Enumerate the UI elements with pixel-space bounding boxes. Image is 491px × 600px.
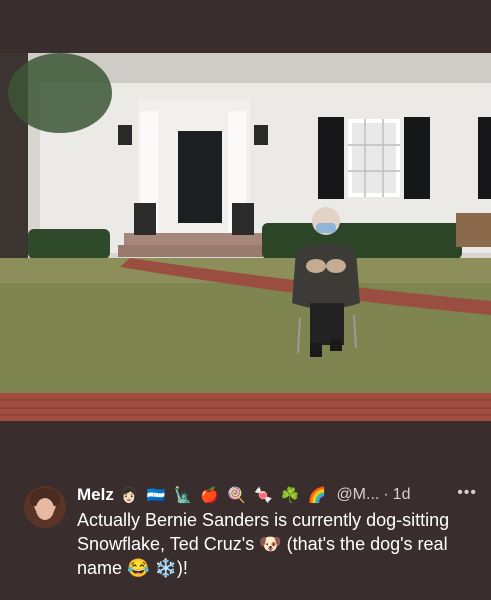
display-name[interactable]: Melz: [77, 485, 114, 505]
name-emojis: 👩🏻 🇭🇳 🗽 🍎 🍭 🍬 ☘️ 🌈: [119, 487, 329, 504]
tweet-text: Actually Bernie Sanders is currently dog…: [77, 510, 450, 578]
user-handle[interactable]: @M...: [336, 486, 379, 504]
avatar-face: [36, 498, 54, 520]
tweet-photo[interactable]: [0, 53, 491, 421]
profile-avatar[interactable]: [24, 486, 66, 528]
timestamp[interactable]: 1d: [393, 486, 411, 504]
separator-dot: ·: [383, 486, 389, 503]
tweet: Melz 👩🏻 🇭🇳 🗽 🍎 🍭 🍬 ☘️ 🌈 @M... · 1d ••• A…: [0, 476, 491, 600]
more-options-icon[interactable]: •••: [457, 484, 477, 502]
tweet-header: Melz 👩🏻 🇭🇳 🗽 🍎 🍭 🍬 ☘️ 🌈 @M... · 1d: [77, 484, 477, 506]
